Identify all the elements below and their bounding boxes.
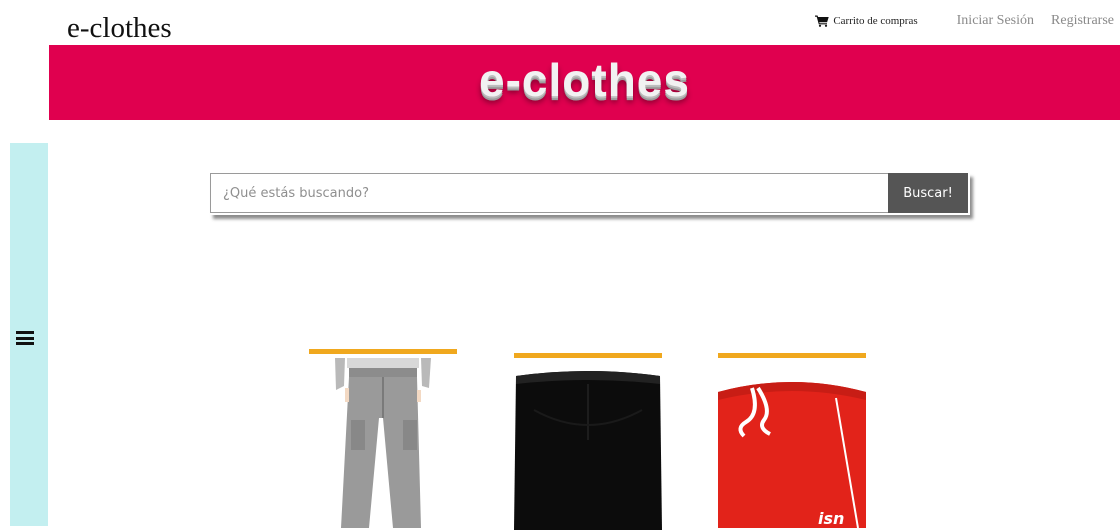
banner-title: e-clothes xyxy=(479,53,690,106)
register-link[interactable]: Registrarse xyxy=(1051,13,1114,29)
search-input[interactable] xyxy=(210,173,901,213)
product-image[interactable] xyxy=(309,358,457,528)
product-card[interactable] xyxy=(514,353,662,530)
product-image[interactable] xyxy=(514,370,662,530)
search-bar: Buscar! xyxy=(210,173,970,215)
login-link[interactable]: Iniciar Sesión xyxy=(957,13,1034,29)
cart-icon xyxy=(815,15,830,27)
product-accent-bar xyxy=(514,353,662,358)
brand-logo[interactable]: e-clothes xyxy=(67,12,172,45)
cart-link[interactable]: Carrito de compras xyxy=(815,15,918,27)
hero-banner: e-clothes xyxy=(49,45,1120,120)
product-card[interactable] xyxy=(309,349,457,528)
product-accent-bar xyxy=(309,349,457,354)
svg-text:isn: isn xyxy=(818,509,844,528)
search-button[interactable]: Buscar! xyxy=(888,173,968,213)
product-accent-bar xyxy=(718,353,866,358)
top-nav: Carrito de compras Iniciar Sesión Regist… xyxy=(815,13,1114,29)
product-image[interactable]: isn xyxy=(718,378,866,528)
cart-label: Carrito de compras xyxy=(833,15,918,27)
product-card[interactable]: isn xyxy=(718,353,866,528)
menu-icon[interactable] xyxy=(16,331,34,345)
